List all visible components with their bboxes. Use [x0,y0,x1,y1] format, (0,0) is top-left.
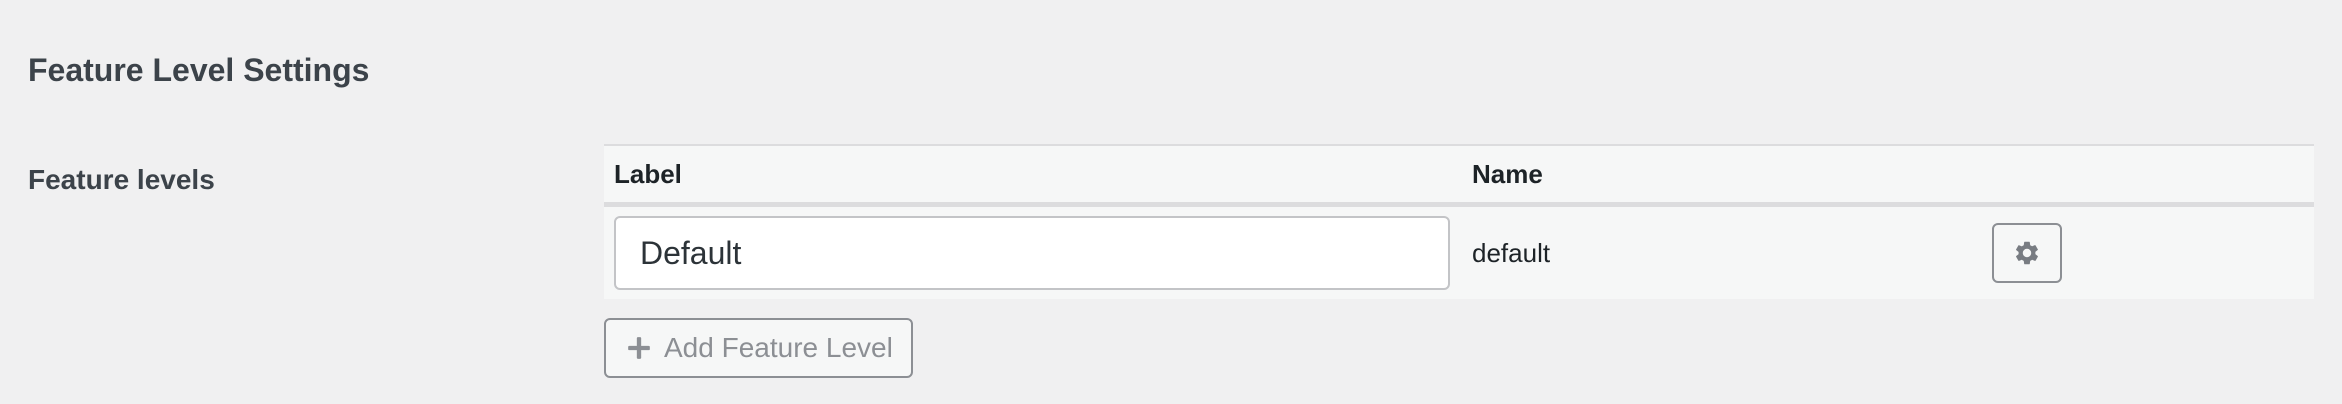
plus-icon [626,335,652,361]
feature-level-settings-button[interactable] [1992,223,2062,283]
column-header-name: Name [1462,145,1982,207]
column-header-label: Label [604,145,1462,207]
feature-levels-label: Feature levels [28,164,215,195]
label-cell [604,205,1462,300]
section-title: Feature Level Settings [28,52,370,88]
feature-level-name: default [1472,237,1551,268]
column-header-actions [1982,145,2314,207]
add-feature-level-button[interactable]: Add Feature Level [604,318,913,378]
feature-levels-table: Label Name default [604,144,2314,299]
table-row: default [604,205,2314,300]
gear-icon [2013,239,2041,267]
add-feature-level-label: Add Feature Level [664,332,893,363]
table-header-row: Label Name [604,145,2314,207]
feature-level-label-input[interactable] [614,216,1450,290]
actions-cell [1982,205,2314,300]
